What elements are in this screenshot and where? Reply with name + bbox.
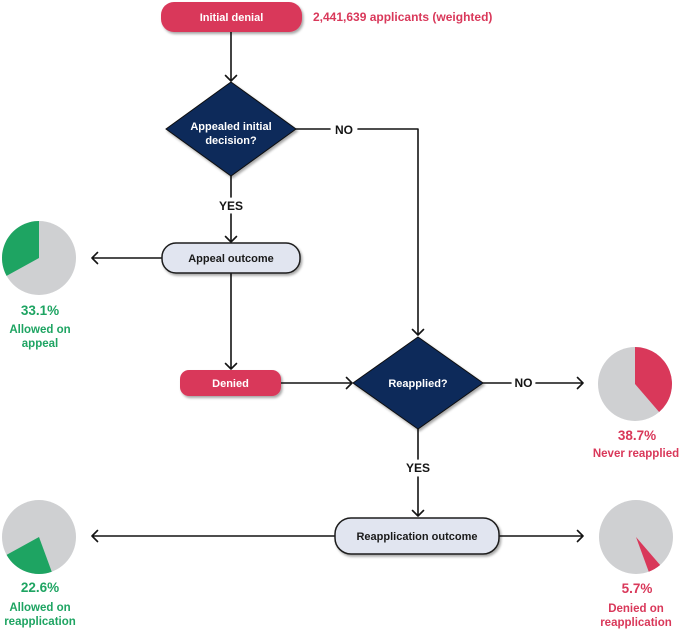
allowed-on-appeal-label-line-2: appeal <box>22 338 58 350</box>
flowchart-canvas: Initial denial 2,441,639 applicants (wei… <box>2 2 679 629</box>
pie-never-reapplied <box>598 347 673 421</box>
allowed-on-reapplication-label-line-1: Allowed on <box>9 602 70 614</box>
connector-initial-to-appealed <box>224 31 238 82</box>
initial-denial-node: Initial denial <box>161 2 302 32</box>
allowed-on-reapplication-label-line-2: reapplication <box>4 616 76 628</box>
connector-appealed-no-to-reapplied <box>295 128 425 336</box>
never-reapplied-label: Never reapplied <box>593 448 679 460</box>
denied-node: Denied <box>180 370 281 396</box>
connector-denied-to-reapplied <box>280 376 353 390</box>
allowed-on-appeal-percent: 33.1% <box>21 303 59 318</box>
pie-allowed-on-reapplication <box>2 500 76 574</box>
connector-reapplied-no-to-never <box>482 376 584 390</box>
pie-allowed-on-appeal <box>2 221 76 295</box>
allowed-on-reapplication-percent: 22.6% <box>21 580 59 595</box>
reapplied-no-label: NO <box>515 376 533 390</box>
denied-on-reapplication-label-line-2: reapplication <box>600 617 672 629</box>
denied-label: Denied <box>212 378 249 390</box>
reapplied-decision-node: Reapplied? <box>352 336 484 430</box>
reapplied-yes-label: YES <box>406 461 430 475</box>
connector-reapplication-to-allowed <box>91 529 336 543</box>
appeal-outcome-label: Appeal outcome <box>188 253 274 265</box>
denied-on-reapplication-percent: 5.7% <box>622 581 653 596</box>
initial-denial-label: Initial denial <box>200 12 264 24</box>
appealed-decision-label-line-1: Appealed initial <box>190 121 271 133</box>
appealed-no-label: NO <box>335 123 353 137</box>
connectors <box>91 31 584 543</box>
connector-appeal-outcome-to-denied <box>224 272 238 370</box>
appeal-outcome-node: Appeal outcome <box>161 242 301 274</box>
pie-denied-on-reapplication <box>599 500 673 574</box>
allowed-on-appeal-label-line-1: Allowed on <box>9 324 70 336</box>
reapplied-decision-label: Reapplied? <box>388 378 448 390</box>
connector-reapplication-to-denied <box>498 529 584 543</box>
appealed-decision-label-line-2: decision? <box>205 135 257 147</box>
connector-appeal-outcome-to-allowed <box>91 251 163 265</box>
reapplication-outcome-label: Reapplication outcome <box>356 531 477 543</box>
reapplication-outcome-node: Reapplication outcome <box>334 517 500 555</box>
denied-on-reapplication-label-line-1: Denied on <box>608 603 664 615</box>
appealed-yes-label: YES <box>219 199 243 213</box>
never-reapplied-percent: 38.7% <box>618 428 656 443</box>
applicant-count-annotation: 2,441,639 applicants (weighted) <box>313 10 492 24</box>
appealed-decision-node: Appealed initial decision? <box>165 81 297 177</box>
